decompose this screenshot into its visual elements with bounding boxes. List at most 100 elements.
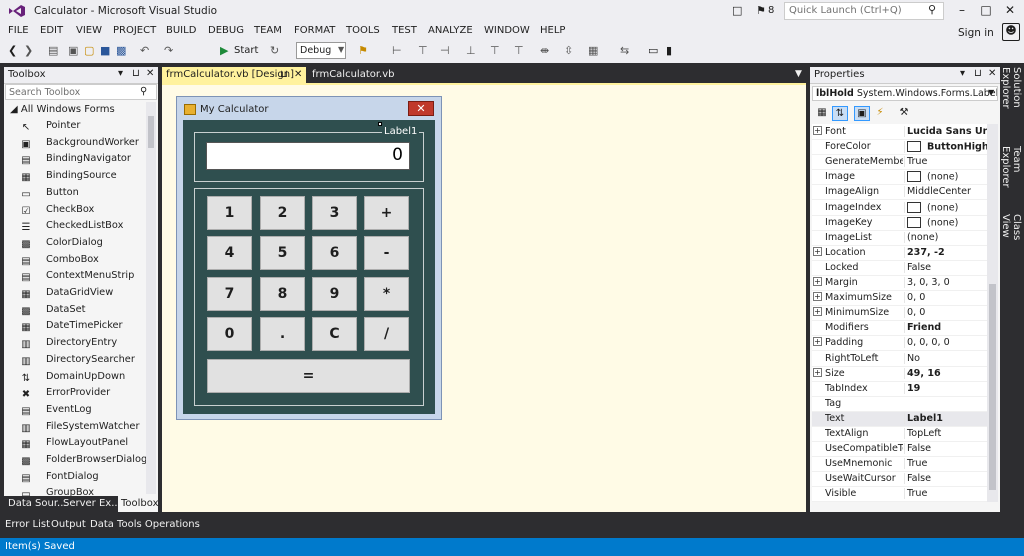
- property-row[interactable]: + Padding 0, 0, 0, 0: [812, 336, 987, 352]
- digit-5-button[interactable]: 5: [260, 236, 305, 270]
- toolbox-item[interactable]: ▥ DirectoryEntry: [20, 337, 142, 353]
- save-all-icon[interactable]: ▩: [116, 44, 126, 57]
- open-file-icon[interactable]: ▢: [84, 44, 94, 57]
- property-value-cell[interactable]: 0, 0: [904, 292, 987, 304]
- align-rights-icon[interactable]: ⊣: [440, 44, 450, 57]
- toolbox-item[interactable]: ↖ Pointer: [20, 120, 142, 136]
- property-value-cell[interactable]: Label1: [904, 412, 987, 424]
- property-grid-scroll-thumb[interactable]: [989, 284, 996, 490]
- clear-button[interactable]: C: [312, 317, 357, 351]
- property-row[interactable]: +Font Lucida Sans Unicode: [812, 125, 987, 140]
- chevron-down-icon[interactable]: ▼: [338, 45, 344, 54]
- notification-flag-icon[interactable]: ⚑: [756, 4, 766, 17]
- expand-icon[interactable]: +: [813, 277, 822, 286]
- property-row[interactable]: UseMnemonic True: [812, 457, 987, 473]
- minus-button[interactable]: -: [364, 236, 409, 270]
- size-to-grid-icon[interactable]: ▦: [588, 44, 598, 57]
- property-value-cell[interactable]: False: [904, 443, 987, 455]
- selection-handle[interactable]: [378, 122, 382, 126]
- toolbox-item[interactable]: ✖ ErrorProvider: [20, 387, 142, 403]
- toolbox-item[interactable]: ▤ EventLog: [20, 404, 142, 420]
- toolbox-item[interactable]: ▦ FlowLayoutPanel: [20, 437, 142, 453]
- tab-code[interactable]: frmCalculator.vb: [308, 67, 396, 83]
- tab-solution-explorer[interactable]: Solution Explorer: [1000, 67, 1022, 143]
- property-value-cell[interactable]: No: [904, 352, 987, 364]
- align-middles-icon[interactable]: ⊤: [490, 44, 500, 57]
- tab-output[interactable]: Output: [51, 519, 86, 530]
- menu-test[interactable]: TEST: [392, 25, 417, 36]
- menu-project[interactable]: PROJECT: [113, 25, 156, 36]
- align-lefts-icon[interactable]: ⊢: [392, 44, 402, 57]
- toolbox-item[interactable]: ▤ ComboBox: [20, 254, 142, 270]
- property-row[interactable]: Visible True: [812, 487, 987, 503]
- tab-data-sources[interactable]: Data Sour...: [8, 498, 67, 509]
- property-value-cell[interactable]: ButtonHighlight: [904, 141, 987, 153]
- toolbox-group-header[interactable]: ◢ All Windows Forms: [10, 104, 115, 115]
- start-button-label[interactable]: Start: [234, 45, 258, 56]
- decimal-button[interactable]: .: [260, 317, 305, 351]
- toolbox-item[interactable]: ▦ DateTimePicker: [20, 320, 142, 336]
- digit-7-button[interactable]: 7: [207, 277, 252, 311]
- expand-icon[interactable]: +: [813, 337, 822, 347]
- alphabetical-icon[interactable]: ⇅: [832, 106, 848, 121]
- menu-debug[interactable]: DEBUG: [208, 25, 244, 36]
- quick-launch-input[interactable]: Quick Launch (Ctrl+Q): [784, 2, 944, 20]
- toolbox-scrollbar[interactable]: [146, 102, 156, 494]
- property-row[interactable]: Locked False: [812, 261, 987, 276]
- dropdown-icon[interactable]: ▾: [960, 68, 965, 79]
- digit-1-button[interactable]: 1: [207, 196, 252, 230]
- property-value-cell[interactable]: (none): [904, 201, 987, 213]
- property-value-cell[interactable]: 3, 0, 3, 0: [904, 277, 987, 288]
- menu-help[interactable]: HELP: [540, 25, 565, 36]
- toolbox-item[interactable]: ▤ BindingNavigator: [20, 153, 142, 169]
- property-value-cell[interactable]: MiddleCenter: [904, 186, 987, 198]
- toolbox-item[interactable]: ▤ FontDialog: [20, 471, 142, 487]
- same-height-icon[interactable]: ⇳: [564, 44, 573, 57]
- toolbox-item[interactable]: ▤ ContextMenuStrip: [20, 270, 142, 286]
- property-row[interactable]: ImageList (none): [812, 231, 987, 246]
- property-value-cell[interactable]: 0, 0, 0, 0: [904, 337, 987, 349]
- chevron-down-icon[interactable]: ▼: [988, 88, 994, 97]
- save-icon[interactable]: ■: [100, 44, 110, 57]
- menu-window[interactable]: WINDOW: [484, 25, 530, 36]
- menu-analyze[interactable]: ANALYZE: [428, 25, 473, 36]
- toolbox-search-input[interactable]: Search Toolbox: [5, 84, 157, 100]
- property-row[interactable]: TabIndex 19: [812, 382, 987, 397]
- digit-8-button[interactable]: 8: [260, 277, 305, 311]
- close-button[interactable]: ✕: [1000, 3, 1020, 17]
- send-to-back-icon[interactable]: ▮: [666, 44, 672, 57]
- toolbox-item[interactable]: ☑ CheckBox: [20, 204, 142, 220]
- property-row[interactable]: Tag: [812, 397, 987, 412]
- chevron-down-icon[interactable]: ▼: [795, 69, 802, 79]
- categorized-icon[interactable]: ▦: [814, 106, 830, 121]
- property-value-cell[interactable]: 19: [904, 382, 987, 394]
- maximize-button[interactable]: □: [976, 3, 996, 17]
- property-value-cell[interactable]: 0, 0: [904, 307, 987, 319]
- property-row[interactable]: + MinimumSize 0, 0: [812, 306, 987, 322]
- multiply-button[interactable]: *: [364, 277, 409, 311]
- divide-button[interactable]: /: [364, 317, 409, 351]
- toolbox-item[interactable]: ▥ DirectorySearcher: [20, 354, 142, 370]
- toolbox-item[interactable]: ▣ BackgroundWorker: [20, 137, 142, 153]
- property-value-cell[interactable]: True: [904, 488, 987, 500]
- search-icon[interactable]: ⚲: [928, 3, 936, 16]
- toolbox-item[interactable]: ☰ CheckedListBox: [20, 220, 142, 236]
- feedback-icon[interactable]: □: [732, 4, 742, 17]
- property-value-cell[interactable]: (none): [904, 231, 987, 243]
- find-icon[interactable]: ⚑: [358, 44, 368, 57]
- toolbox-item[interactable]: ⇅ DomainUpDown: [20, 371, 142, 387]
- property-value-cell[interactable]: False: [904, 261, 987, 273]
- digit-4-button[interactable]: 4: [207, 236, 252, 270]
- toolbox-item[interactable]: ▥ FileSystemWatcher: [20, 421, 142, 437]
- toolbox-item[interactable]: ▦ BindingSource: [20, 170, 142, 186]
- expand-icon[interactable]: +: [813, 246, 822, 256]
- expand-icon[interactable]: +: [813, 367, 822, 377]
- label1[interactable]: Label1: [382, 126, 420, 137]
- pin-icon[interactable]: ⊔: [974, 68, 982, 79]
- expand-icon[interactable]: +: [813, 126, 822, 135]
- property-row[interactable]: + Margin 3, 0, 3, 0: [812, 276, 987, 291]
- menu-team[interactable]: TEAM: [254, 25, 282, 36]
- digit-2-button[interactable]: 2: [260, 196, 305, 230]
- menu-edit[interactable]: EDIT: [40, 25, 63, 36]
- pin-icon[interactable]: ⊔: [280, 69, 288, 80]
